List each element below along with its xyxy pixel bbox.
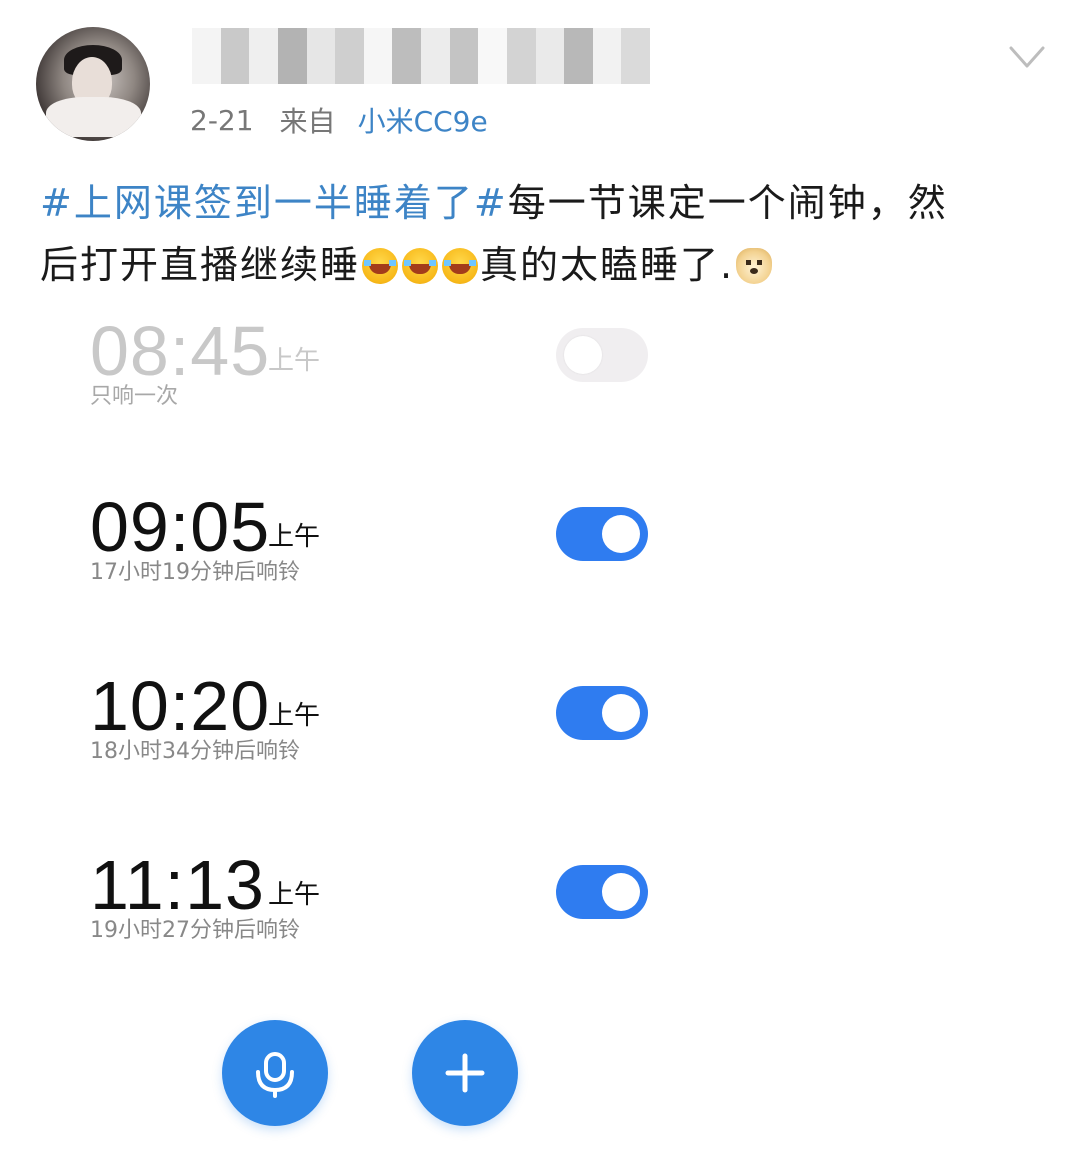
avatar-arm xyxy=(46,97,141,137)
post-text: #上网课签到一半睡着了#每一节课定一个闹钟，然 后打开直播继续睡 真的太瞌睡了. xyxy=(40,172,1050,296)
alarm-subtitle: 只响一次 xyxy=(90,384,179,409)
post-text-line2: 后打开直播继续睡 xyxy=(40,243,361,287)
alarm-ampm: 上午 xyxy=(268,346,321,376)
laugh-cry-emoji xyxy=(402,248,439,284)
source-label: 来自 xyxy=(279,105,336,138)
chevron-down-icon[interactable] xyxy=(1008,38,1046,76)
source-device-link[interactable]: 小米CC9e xyxy=(358,100,488,140)
post-text-line2-end: 真的太瞌睡了. xyxy=(480,243,735,287)
alarm-item[interactable]: 08:45 上午 只响一次 xyxy=(90,316,690,436)
username-pixelated[interactable] xyxy=(192,28,650,84)
alarm-time: 09:05 xyxy=(90,488,271,566)
toggle-knob xyxy=(602,694,640,732)
doge-emoji xyxy=(736,248,773,284)
hashtag-link[interactable]: #上网课签到一半睡着了# xyxy=(40,181,508,225)
toggle-knob xyxy=(602,873,640,911)
laugh-cry-emoji xyxy=(442,248,479,284)
voice-alarm-button[interactable] xyxy=(222,1020,328,1126)
alarm-item[interactable]: 09:05 上午 17小时19分钟后响铃 xyxy=(90,492,690,612)
alarm-subtitle: 19小时27分钟后响铃 xyxy=(90,918,300,943)
alarm-subtitle: 18小时34分钟后响铃 xyxy=(90,739,300,764)
alarm-subtitle: 17小时19分钟后响铃 xyxy=(90,560,300,585)
microphone-icon xyxy=(256,1052,294,1098)
alarm-toggle[interactable] xyxy=(556,328,648,382)
alarm-ampm: 上午 xyxy=(268,701,321,731)
alarm-ampm: 上午 xyxy=(268,522,321,552)
alarm-toggle[interactable] xyxy=(556,865,648,919)
alarm-toggle[interactable] xyxy=(556,507,648,561)
laugh-cry-emoji xyxy=(362,248,399,284)
alarm-item[interactable]: 11:13 上午 19小时27分钟后响铃 xyxy=(90,850,690,970)
toggle-knob xyxy=(564,336,602,374)
avatar[interactable] xyxy=(36,27,150,141)
post-text-line1: 每一节课定一个闹钟，然 xyxy=(507,181,948,225)
plus-icon xyxy=(445,1053,485,1093)
add-alarm-button[interactable] xyxy=(412,1020,518,1126)
alarm-time: 08:45 xyxy=(90,312,271,390)
post-meta: 2-21 来自 小米CC9e xyxy=(190,100,488,140)
post-date: 2-21 xyxy=(190,103,254,137)
alarm-item[interactable]: 10:20 上午 18小时34分钟后响铃 xyxy=(90,671,690,791)
alarm-time: 11:13 xyxy=(90,846,265,924)
alarm-ampm: 上午 xyxy=(268,880,321,910)
toggle-knob xyxy=(602,515,640,553)
alarm-time: 10:20 xyxy=(90,667,271,745)
alarm-toggle[interactable] xyxy=(556,686,648,740)
